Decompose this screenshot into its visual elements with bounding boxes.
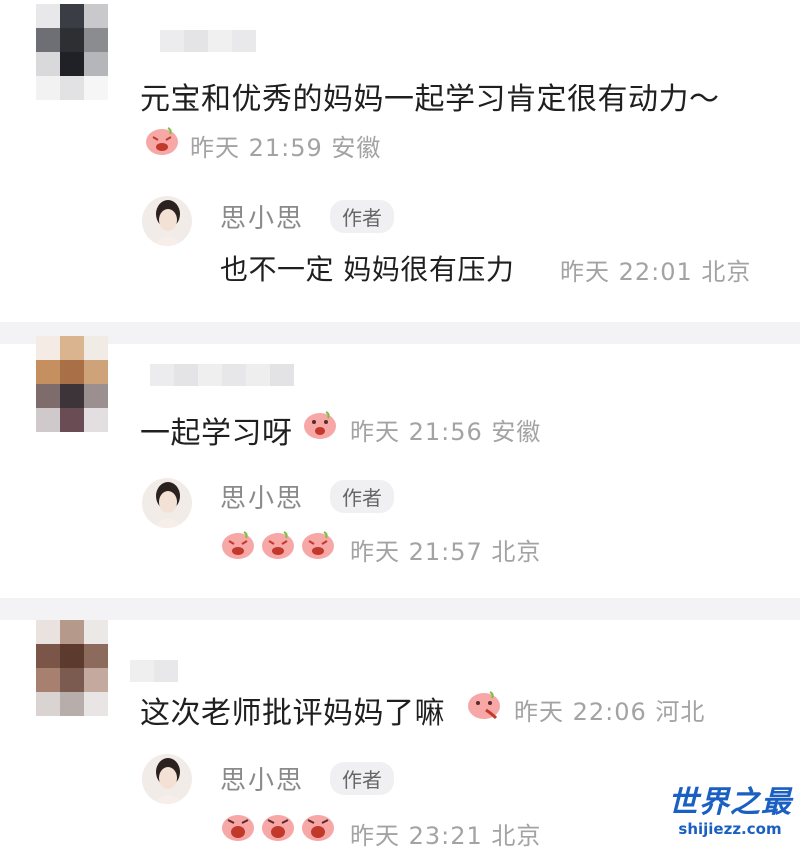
- author-avatar[interactable]: [142, 478, 192, 528]
- site-watermark: 世界之最 shijiezz.com: [668, 785, 792, 839]
- reply-meta: 昨天 22:01 北京: [560, 258, 752, 286]
- comment-thread-1: 元宝和优秀的妈妈一起学习肯定很有动力～ 昨天 21:59 安徽 思小思 作者 也…: [0, 0, 800, 322]
- thread-separator: [0, 598, 800, 620]
- pink-pig-emoji-icon: [302, 408, 338, 440]
- author-badge: 作者: [330, 200, 394, 233]
- commenter-name-blurred[interactable]: [130, 660, 178, 682]
- author-name[interactable]: 思小思: [220, 478, 304, 515]
- watermark-site: shijiezz.com: [678, 820, 782, 838]
- pink-pig-emoji-icon: [300, 528, 336, 560]
- author-name[interactable]: 思小思: [220, 198, 304, 235]
- commenter-avatar-blurred[interactable]: [36, 4, 108, 100]
- author-badge: 作者: [330, 480, 394, 513]
- author-avatar[interactable]: [142, 196, 192, 246]
- author-badge: 作者: [330, 762, 394, 795]
- pink-pig-emoji-icon: [220, 528, 256, 560]
- comment-meta: 昨天 21:59 安徽: [190, 134, 382, 162]
- pink-pig-emoji-icon: [220, 810, 256, 842]
- author-avatar[interactable]: [142, 754, 192, 804]
- comment-text: 这次老师批评妈妈了嘛: [140, 696, 445, 731]
- comment-text: 一起学习呀: [140, 416, 293, 451]
- comment-meta: 昨天 21:56 安徽: [350, 418, 542, 446]
- reply-meta: 昨天 23:21 北京: [350, 822, 542, 850]
- reply-text: 也不一定 妈妈很有压力: [220, 253, 515, 286]
- commenter-avatar-blurred[interactable]: [36, 620, 108, 716]
- pink-pig-emoji-icon: [466, 688, 502, 720]
- commenter-name-blurred[interactable]: [150, 364, 294, 386]
- thread-separator: [0, 322, 800, 344]
- comment-meta: 昨天 22:06 河北: [514, 698, 706, 726]
- comment-thread-2: 一起学习呀 昨天 21:56 安徽 思小思 作者 昨天 21:57 北京: [0, 336, 800, 598]
- pink-pig-emoji-icon: [260, 810, 296, 842]
- reply-meta: 昨天 21:57 北京: [350, 538, 542, 566]
- pink-pig-emoji-icon: [260, 528, 296, 560]
- author-name[interactable]: 思小思: [220, 760, 304, 797]
- pink-pig-emoji-icon: [300, 810, 336, 842]
- commenter-name-blurred[interactable]: [160, 30, 256, 52]
- watermark-title: 世界之最: [668, 785, 792, 820]
- pink-pig-emoji-icon: [144, 124, 180, 156]
- comment-text: 元宝和优秀的妈妈一起学习肯定很有动力～: [140, 82, 720, 117]
- commenter-avatar-blurred[interactable]: [36, 336, 108, 432]
